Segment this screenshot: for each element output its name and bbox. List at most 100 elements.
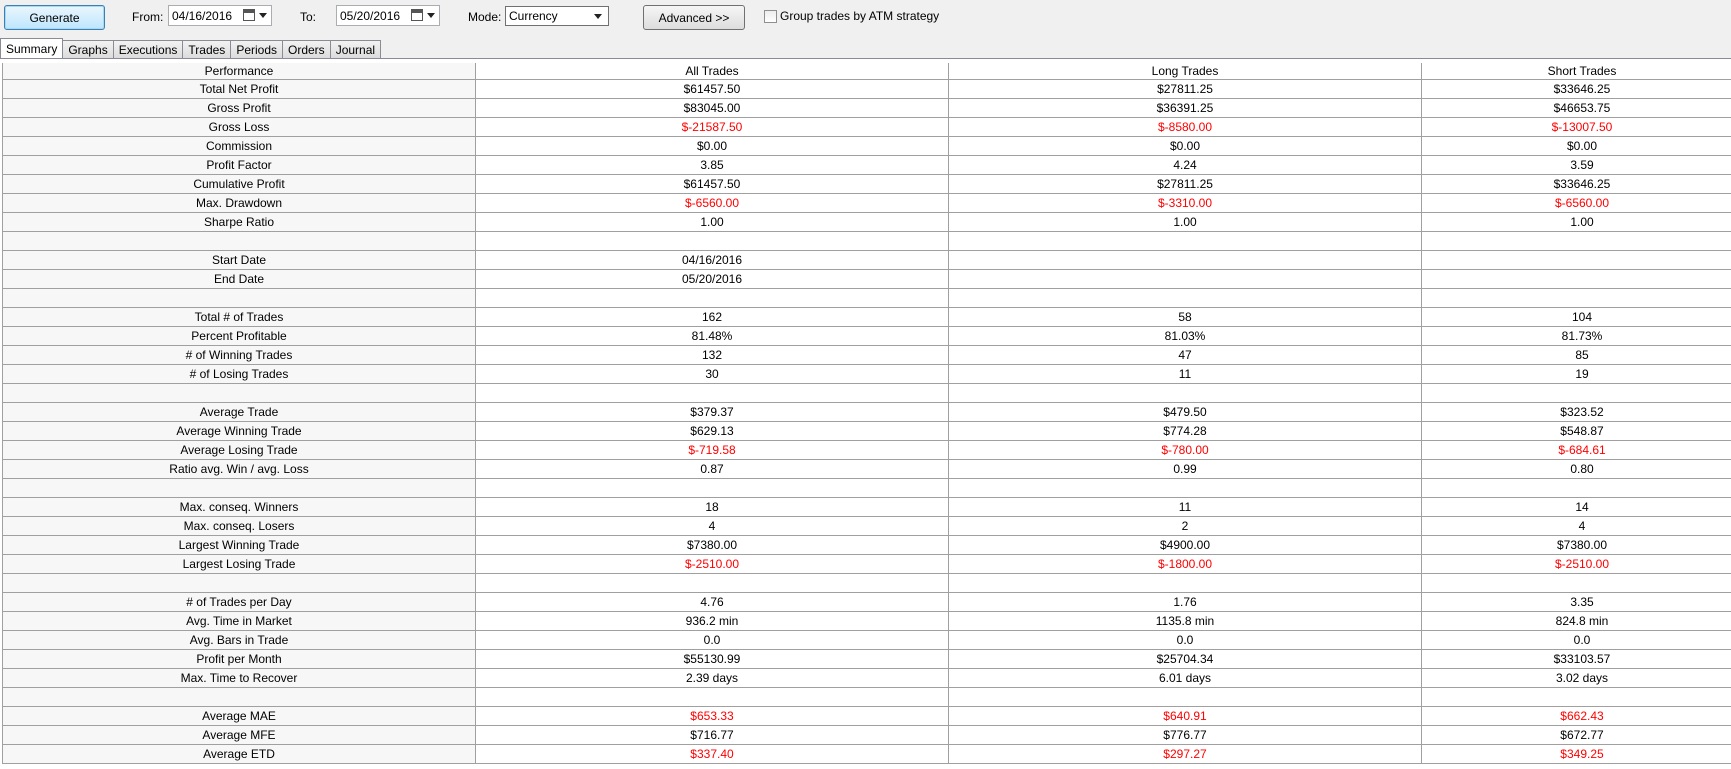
chevron-down-icon[interactable] [594, 14, 602, 19]
table-row[interactable]: End Date 05/20/2016 [2, 268, 1731, 289]
table-row[interactable]: # of Winning Trades 132 47 85 [2, 344, 1731, 365]
table-row[interactable]: Avg. Bars in Trade 0.0 0.0 0.0 [2, 629, 1731, 650]
value-cell: $83045.00 [475, 97, 949, 118]
calendar-icon[interactable] [411, 9, 423, 21]
table-row[interactable]: Gross Profit $83045.00 $36391.25 $46653.75 [2, 97, 1731, 118]
tab-graphs[interactable]: Graphs [62, 40, 114, 58]
row-label-cell: Max. conseq. Winners [2, 496, 476, 517]
table-row[interactable]: Gross Loss $-21587.50 $-8580.00 $-13007.50 [2, 116, 1731, 137]
table-row[interactable]: Avg. Time in Market 936.2 min 1135.8 min 82… [2, 610, 1731, 631]
table-row[interactable]: # of Trades per Day 4.76 1.76 3.35 [2, 591, 1731, 612]
value-cell [1421, 477, 1731, 498]
table-row[interactable]: Total # of Trades 162 58 104 [2, 306, 1731, 327]
tab-trades[interactable]: Trades [182, 40, 232, 58]
tab-periods[interactable]: Periods [230, 40, 283, 58]
value-cell: 2 [948, 515, 1422, 536]
table-row[interactable]: # of Losing Trades 30 11 19 [2, 363, 1731, 384]
column-header-long-trades[interactable]: Long Trades [948, 63, 1422, 80]
value-cell [948, 382, 1422, 403]
from-label: From: [132, 10, 164, 24]
tab-summary[interactable]: Summary [0, 38, 64, 58]
to-date-picker[interactable]: 05/20/2016 [336, 5, 440, 26]
row-label-cell: Average Losing Trade [2, 439, 476, 460]
from-date-value: 04/16/2016 [172, 8, 233, 23]
value-cell [475, 686, 949, 707]
group-atm-checkbox[interactable] [764, 10, 777, 23]
tab-orders[interactable]: Orders [282, 40, 331, 58]
generate-button[interactable]: Generate [4, 5, 105, 30]
table-row[interactable]: Profit Factor 3.85 4.24 3.59 [2, 154, 1731, 175]
row-label-cell: Max. Drawdown [2, 192, 476, 213]
summary-grid[interactable]: Performance All Trades Long Trades Short… [0, 58, 1731, 769]
table-row[interactable]: Sharpe Ratio 1.00 1.00 1.00 [2, 211, 1731, 232]
table-row[interactable]: Largest Winning Trade $7380.00 $4900.00 $73… [2, 534, 1731, 555]
value-cell: $629.13 [475, 420, 949, 441]
table-row[interactable] [2, 686, 1731, 707]
value-cell [1421, 686, 1731, 707]
value-cell [948, 268, 1422, 289]
table-row[interactable]: Ratio avg. Win / avg. Loss 0.87 0.99 0.80 [2, 458, 1731, 479]
table-row[interactable]: Max. Time to Recover 2.39 days 6.01 days 3.… [2, 667, 1731, 688]
table-row[interactable]: Average MAE $653.33 $640.91 $662.43 [2, 705, 1731, 726]
mode-select[interactable]: Currency [505, 6, 609, 26]
value-cell: $-684.61 [1421, 439, 1731, 460]
value-cell: $337.40 [475, 743, 949, 764]
value-cell [948, 230, 1422, 251]
value-cell [948, 572, 1422, 593]
value-cell: $7380.00 [475, 534, 949, 555]
advanced-button[interactable]: Advanced >> [643, 5, 745, 30]
row-label-cell: Start Date [2, 249, 476, 270]
row-label-cell: Average MFE [2, 724, 476, 745]
row-label-cell: Average Trade [2, 401, 476, 422]
table-row[interactable]: Average MFE $716.77 $776.77 $672.77 [2, 724, 1731, 745]
table-row[interactable]: Cumulative Profit $61457.50 $27811.25 $3364… [2, 173, 1731, 194]
table-row[interactable]: Profit per Month $55130.99 $25704.34 $33103… [2, 648, 1731, 669]
column-header-performance[interactable]: Performance [2, 63, 476, 80]
value-cell: $0.00 [948, 135, 1422, 156]
chevron-down-icon[interactable] [259, 13, 267, 18]
table-row[interactable]: Max. Drawdown $-6560.00 $-3310.00 $-6560.00 [2, 192, 1731, 213]
table-row[interactable]: Total Net Profit $61457.50 $27811.25 $33646… [2, 78, 1731, 99]
value-cell: 936.2 min [475, 610, 949, 631]
table-row[interactable]: Max. conseq. Winners 18 11 14 [2, 496, 1731, 517]
value-cell: 19 [1421, 363, 1731, 384]
value-cell: 58 [948, 306, 1422, 327]
calendar-icon[interactable] [243, 9, 255, 21]
table-row[interactable]: Average Losing Trade $-719.58 $-780.00 $-68… [2, 439, 1731, 460]
value-cell: $716.77 [475, 724, 949, 745]
value-cell: 4.24 [948, 154, 1422, 175]
table-row[interactable]: Average ETD $337.40 $297.27 $349.25 [2, 743, 1731, 764]
row-label-cell: Average MAE [2, 705, 476, 726]
table-row[interactable]: Largest Losing Trade $-2510.00 $-1800.00 $-… [2, 553, 1731, 574]
value-cell: 0.80 [1421, 458, 1731, 479]
row-label-cell: Profit Factor [2, 154, 476, 175]
value-cell: 6.01 days [948, 667, 1422, 688]
row-label-cell: Largest Losing Trade [2, 553, 476, 574]
value-cell: 47 [948, 344, 1422, 365]
column-header-all-trades[interactable]: All Trades [475, 63, 949, 80]
chevron-down-icon[interactable] [427, 13, 435, 18]
tab-journal[interactable]: Journal [329, 40, 382, 58]
table-row[interactable] [2, 572, 1731, 593]
value-cell: $672.77 [1421, 724, 1731, 745]
value-cell: 85 [1421, 344, 1731, 365]
from-date-picker[interactable]: 04/16/2016 [168, 5, 272, 26]
table-row[interactable]: Start Date 04/16/2016 [2, 249, 1731, 270]
value-cell: $36391.25 [948, 97, 1422, 118]
group-atm-checkbox-label[interactable]: Group trades by ATM strategy [780, 9, 939, 23]
table-row[interactable]: Average Winning Trade $629.13 $774.28 $548.… [2, 420, 1731, 441]
table-row[interactable] [2, 382, 1731, 403]
row-label-cell: Average Winning Trade [2, 420, 476, 441]
column-header-short-trades[interactable]: Short Trades [1421, 63, 1731, 80]
value-cell: 04/16/2016 [475, 249, 949, 270]
table-row[interactable] [2, 477, 1731, 498]
table-row[interactable]: Max. conseq. Losers 4 2 4 [2, 515, 1731, 536]
table-row[interactable]: Percent Profitable 81.48% 81.03% 81.73% [2, 325, 1731, 346]
table-row[interactable] [2, 287, 1731, 308]
table-row[interactable]: Average Trade $379.37 $479.50 $323.52 [2, 401, 1731, 422]
value-cell: $-3310.00 [948, 192, 1422, 213]
table-row[interactable]: Commission $0.00 $0.00 $0.00 [2, 135, 1731, 156]
table-row[interactable] [2, 230, 1731, 251]
row-label-cell: Avg. Time in Market [2, 610, 476, 631]
tab-executions[interactable]: Executions [112, 40, 184, 58]
